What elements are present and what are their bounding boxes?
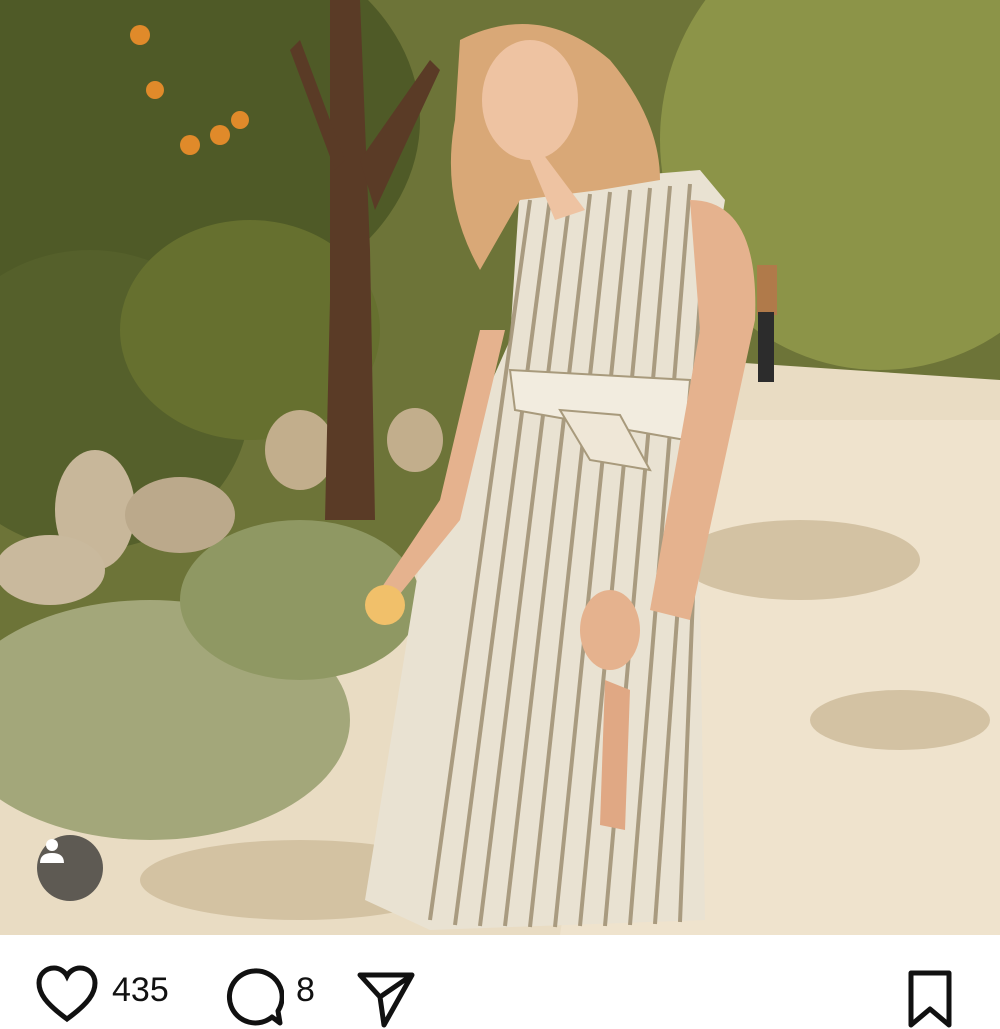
share-button[interactable]	[356, 935, 416, 1028]
comment-button[interactable]	[224, 935, 284, 1026]
save-button[interactable]	[905, 935, 960, 1028]
comment-bubble-icon	[226, 968, 284, 1026]
post-action-bar: 435 8	[0, 935, 1000, 1028]
tagged-users-button[interactable]	[37, 835, 103, 901]
post-photo[interactable]	[0, 0, 1000, 935]
comments-count[interactable]: 8	[296, 973, 315, 1007]
photo-illustration	[0, 0, 1000, 935]
like-button[interactable]	[35, 935, 100, 1023]
person-icon	[40, 839, 64, 863]
likes-count[interactable]: 435	[112, 973, 169, 1007]
heart-icon	[36, 965, 98, 1023]
send-paper-plane-icon	[357, 972, 415, 1028]
bookmark-icon	[908, 970, 952, 1028]
